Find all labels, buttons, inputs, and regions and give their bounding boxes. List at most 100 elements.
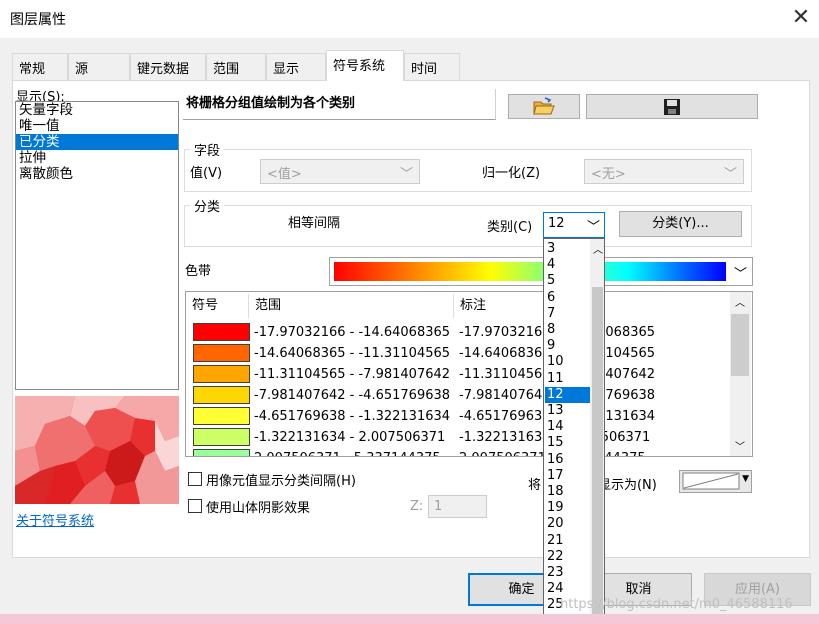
watermark-text: https://blog.csdn.net/m0_46588116 xyxy=(560,597,793,612)
dropdown-option[interactable]: 23 xyxy=(545,565,591,581)
z-factor-input[interactable]: 1 xyxy=(428,495,487,518)
scroll-thumb[interactable] xyxy=(731,314,749,376)
dropdown-option[interactable]: 3 xyxy=(545,241,591,257)
dropdown-option[interactable]: 19 xyxy=(545,500,591,516)
class-color-swatch[interactable] xyxy=(193,344,250,362)
about-symbology-link[interactable]: 关于符号系统 xyxy=(16,510,94,529)
nodata-color-select[interactable]: ▼ xyxy=(679,470,752,493)
save-button[interactable] xyxy=(586,94,758,119)
classes-select-text: 12 xyxy=(548,216,565,231)
open-button[interactable] xyxy=(508,94,580,119)
renderer-list[interactable]: 矢量字段 唯一值 已分类 拉伸 离散颜色 xyxy=(15,101,179,390)
table-row[interactable]: 2.007506371 - 5.3371443752.007506371 - 5… xyxy=(186,448,730,456)
color-ramp-swatch xyxy=(334,262,726,281)
range-cell: 2.007506371 - 5.337144375 xyxy=(254,448,441,456)
tab-source[interactable]: 源 xyxy=(68,53,130,80)
open-folder-icon xyxy=(533,97,555,115)
dropdown-option[interactable]: 24 xyxy=(545,581,591,597)
scroll-thumb[interactable] xyxy=(592,287,603,617)
column-header-range[interactable]: 范围 xyxy=(249,294,454,318)
renderer-item[interactable]: 离散颜色 xyxy=(16,166,178,182)
class-color-swatch[interactable] xyxy=(193,428,250,446)
classes-select[interactable]: 12 ﹀ xyxy=(543,212,605,238)
tab-display[interactable]: 显示 xyxy=(266,53,326,80)
dropdown-option[interactable]: 10 xyxy=(545,354,591,370)
normalize-field-select[interactable]: <无> ﹀ xyxy=(584,159,744,184)
table-row[interactable]: -4.651769638 - -1.322131634 -4.651769638 … xyxy=(186,406,730,427)
value-field-text: <值> xyxy=(267,167,302,182)
table-row[interactable]: -17.97032166 - -14.64068365 -17.97032166 … xyxy=(186,322,730,343)
range-cell: -17.97032166 - -14.64068365 xyxy=(254,325,451,340)
dropdown-option[interactable]: 9 xyxy=(545,338,591,354)
dropdown-option[interactable]: 16 xyxy=(545,452,591,468)
value-label: 值(V) xyxy=(190,166,223,181)
range-cell: -14.64068365 - -11.31104565 xyxy=(254,346,451,361)
scroll-up-icon[interactable]: ︿ xyxy=(593,241,603,256)
chevron-down-icon[interactable]: ﹀ xyxy=(734,263,747,282)
hillshade-checkbox[interactable] xyxy=(188,499,202,513)
dropdown-option[interactable]: 14 xyxy=(545,419,591,435)
dropdown-option[interactable]: 21 xyxy=(545,533,591,549)
renderer-item-selected[interactable]: 已分类 xyxy=(16,134,178,150)
class-color-swatch[interactable] xyxy=(193,323,250,341)
range-cell: -1.322131634 - 2.007506371 xyxy=(254,430,446,445)
dropdown-option[interactable]: 8 xyxy=(545,322,591,338)
renderer-item[interactable]: 唯一值 xyxy=(16,118,178,134)
renderer-description: 将栅格分组值绘制为各个类别 xyxy=(186,96,356,111)
scroll-down-icon[interactable]: ﹀ xyxy=(735,438,745,453)
dropdown-option[interactable]: 15 xyxy=(545,435,591,451)
save-disk-icon xyxy=(664,99,680,115)
value-field-select[interactable]: <值> ﹀ xyxy=(260,159,420,184)
class-table[interactable]: 符号 范围 标注 -17.97032166 - -14.64068365 -17.… xyxy=(185,291,753,457)
dropdown-option[interactable]: 11 xyxy=(545,371,591,387)
pixel-intervals-checkbox[interactable] xyxy=(188,472,202,486)
dropdown-option[interactable]: 18 xyxy=(545,484,591,500)
dropdown-option[interactable]: 4 xyxy=(545,257,591,273)
normalize-field-text: <无> xyxy=(591,167,626,182)
renderer-item[interactable]: 拉伸 xyxy=(16,150,178,166)
classes-label: 类别(C) xyxy=(487,220,533,235)
dropdown-option[interactable]: 13 xyxy=(545,403,591,419)
pixel-intervals-label: 用像元值显示分类间隔(H) xyxy=(206,474,356,489)
column-header-symbol[interactable]: 符号 xyxy=(186,294,249,318)
color-ramp-label: 色带 xyxy=(185,264,212,279)
tab-general[interactable]: 常规 xyxy=(12,53,68,80)
class-color-swatch[interactable] xyxy=(193,449,250,456)
class-color-swatch[interactable] xyxy=(193,365,250,383)
classify-group-title: 分类 xyxy=(190,196,225,215)
background-strip xyxy=(0,614,819,624)
hillshade-label: 使用山体阴影效果 xyxy=(206,501,311,516)
class-color-swatch[interactable] xyxy=(193,407,250,425)
dropdown-option[interactable]: 5 xyxy=(545,273,591,289)
dropdown-scrollbar[interactable]: ︿ xyxy=(590,239,604,623)
range-cell: -4.651769638 - -1.322131634 xyxy=(254,409,451,424)
dropdown-option[interactable]: 17 xyxy=(545,468,591,484)
table-row[interactable]: -11.31104565 - -7.981407642 -11.31104565 … xyxy=(186,364,730,385)
renderer-item[interactable]: 矢量字段 xyxy=(16,102,178,118)
classes-dropdown-list[interactable]: 3456789101112131415161718192021222324252… xyxy=(543,238,605,624)
tab-symbology[interactable]: 符号系统 xyxy=(326,50,404,81)
scroll-up-icon[interactable]: ︿ xyxy=(735,294,745,309)
renderer-preview-image xyxy=(15,396,179,504)
chevron-down-icon: ▼ xyxy=(742,474,749,484)
tab-extent[interactable]: 范围 xyxy=(206,53,266,80)
classify-button[interactable]: 分类(Y)... xyxy=(619,211,742,237)
table-row[interactable]: -14.64068365 - -11.31104565 -14.64068365 … xyxy=(186,343,730,364)
close-icon[interactable]: ✕ xyxy=(788,4,814,32)
chevron-down-icon: ﹀ xyxy=(723,167,737,182)
tab-time[interactable]: 时间 xyxy=(404,53,460,80)
normalize-label: 归一化(Z) xyxy=(482,166,541,181)
dropdown-option[interactable]: 20 xyxy=(545,516,591,532)
z-label: Z: xyxy=(410,499,424,514)
table-row[interactable]: -7.981407642 - -4.651769638 -7.981407642 … xyxy=(186,385,730,406)
class-color-swatch[interactable] xyxy=(193,386,250,404)
table-row[interactable]: -1.322131634 - 2.007506371-1.322131634 -… xyxy=(186,427,730,448)
dropdown-option-selected[interactable]: 12 xyxy=(545,386,591,403)
dropdown-option[interactable]: 22 xyxy=(545,549,591,565)
chevron-down-icon: ﹀ xyxy=(399,167,413,182)
table-scrollbar[interactable]: ︿ ﹀ xyxy=(730,292,751,456)
dropdown-option[interactable]: 7 xyxy=(545,306,591,322)
dropdown-option[interactable]: 6 xyxy=(545,290,591,306)
classify-method: 相等间隔 xyxy=(288,216,341,231)
tab-key-metadata[interactable]: 键元数据 xyxy=(130,53,206,80)
